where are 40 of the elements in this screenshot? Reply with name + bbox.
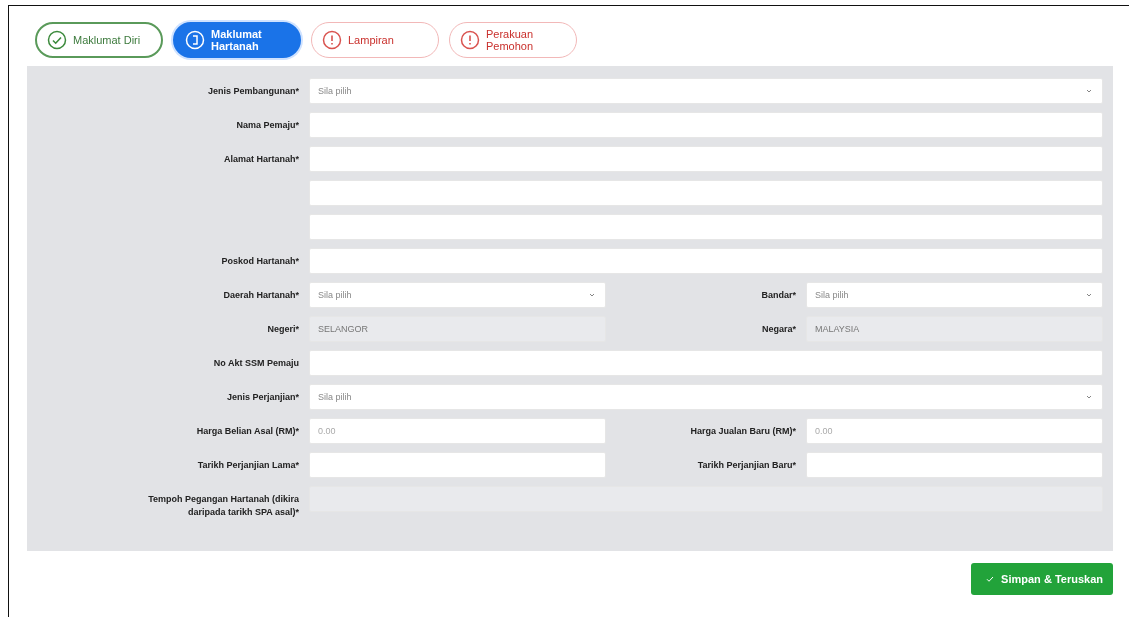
- input-field[interactable]: [309, 214, 1103, 240]
- input-field[interactable]: [309, 350, 1103, 376]
- select-field[interactable]: Sila pilih: [806, 282, 1103, 308]
- check-icon: [985, 574, 996, 584]
- input-field: MALAYSIA: [806, 316, 1103, 342]
- input-field[interactable]: [309, 248, 1103, 274]
- field-label: Negara*: [760, 323, 796, 336]
- step-tab[interactable]: Maklumat Diri: [35, 22, 163, 58]
- select-field[interactable]: Sila pilih: [309, 78, 1103, 104]
- field-label: Bandar*: [760, 289, 796, 302]
- input-field[interactable]: [806, 452, 1103, 478]
- field-label: Poskod Hartanah*: [220, 255, 299, 268]
- select-field[interactable]: Sila pilih: [309, 282, 606, 308]
- field-label: Alamat Hartanah*: [222, 153, 299, 166]
- field-label: Jenis Perjanjian*: [225, 391, 299, 404]
- field-label: Jenis Pembangunan*: [206, 85, 299, 98]
- input-field[interactable]: [309, 112, 1103, 138]
- check-circle-icon: [47, 30, 67, 50]
- input-field: SELANGOR: [309, 316, 606, 342]
- step-tab[interactable]: Lampiran: [311, 22, 439, 58]
- input-field[interactable]: [309, 146, 1103, 172]
- step-tab[interactable]: Maklumat Hartanah: [173, 22, 301, 58]
- input-field[interactable]: 0.00: [309, 418, 606, 444]
- field-label: Harga Jualan Baru (RM)*: [689, 425, 796, 438]
- step-tab[interactable]: Perakuan Pemohon: [449, 22, 577, 58]
- save-continue-button[interactable]: Simpan & Teruskan: [971, 563, 1113, 595]
- select-field[interactable]: Sila pilih: [309, 384, 1103, 410]
- field-label: Daerah Hartanah*: [222, 289, 299, 302]
- input-field[interactable]: 0.00: [806, 418, 1103, 444]
- field-label: Tempoh Pegangan Hartanah (dikira daripada tarikh SPA asal)*: [147, 493, 299, 519]
- field-label: Tarikh Perjanjian Baru*: [696, 459, 796, 472]
- field-label: Nama Pemaju*: [235, 119, 299, 132]
- alert-circle-icon: [322, 30, 342, 50]
- field-label: Harga Belian Asal (RM)*: [195, 425, 299, 438]
- input-field[interactable]: [309, 452, 606, 478]
- input-field[interactable]: [309, 180, 1103, 206]
- field-label: Negeri*: [266, 323, 299, 336]
- field-label: No Akt SSM Pemaju: [212, 357, 299, 370]
- alert-circle-icon: [460, 30, 480, 50]
- field-label: Tarikh Perjanjian Lama*: [196, 459, 299, 472]
